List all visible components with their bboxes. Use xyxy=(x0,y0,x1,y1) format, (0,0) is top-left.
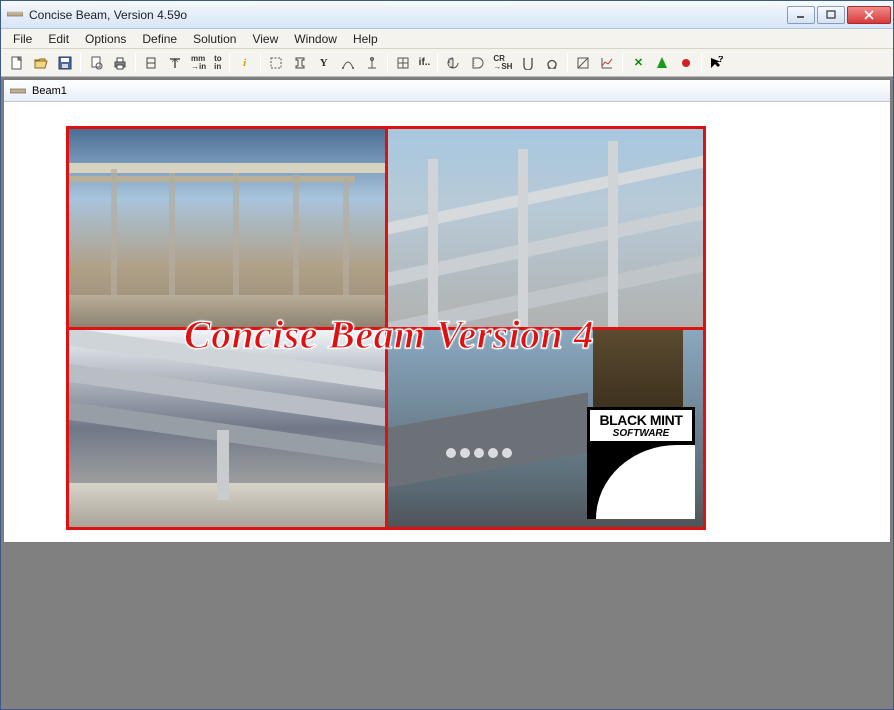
menu-view[interactable]: View xyxy=(244,30,286,48)
new-icon[interactable] xyxy=(5,52,29,74)
menu-options[interactable]: Options xyxy=(77,30,134,48)
anchor-icon[interactable] xyxy=(360,52,384,74)
diag-icon[interactable] xyxy=(571,52,595,74)
toolbar-separator xyxy=(701,53,702,73)
toolbar-separator xyxy=(437,53,438,73)
if-icon[interactable]: if.. xyxy=(415,52,435,74)
menu-window[interactable]: Window xyxy=(286,30,345,48)
dot-red-icon[interactable] xyxy=(674,52,698,74)
splash-image: BLACK MINT SOFTWARE Concise Beam Version… xyxy=(66,126,706,530)
menu-file[interactable]: File xyxy=(5,30,40,48)
y-icon[interactable]: Y xyxy=(312,52,336,74)
splash-photo-1 xyxy=(69,129,385,327)
cr-sh-icon[interactable]: CR→SH xyxy=(489,52,516,74)
toolbar-separator xyxy=(260,53,261,73)
save-icon[interactable] xyxy=(53,52,77,74)
app-icon xyxy=(7,8,23,22)
menu-edit[interactable]: Edit xyxy=(40,30,77,48)
menu-help[interactable]: Help xyxy=(345,30,386,48)
info-icon[interactable]: i xyxy=(233,52,257,74)
main-window: Concise Beam, Version 4.59o File Edit Op… xyxy=(0,0,894,710)
rotate-d-icon[interactable] xyxy=(441,52,465,74)
logo-line1: BLACK MINT xyxy=(590,410,692,428)
titlebar: Concise Beam, Version 4.59o xyxy=(1,1,893,29)
minimize-button[interactable] xyxy=(787,6,815,24)
d-section-icon[interactable] xyxy=(465,52,489,74)
menu-define[interactable]: Define xyxy=(134,30,185,48)
menubar: File Edit Options Define Solution View W… xyxy=(1,29,893,49)
vendor-logo: BLACK MINT SOFTWARE xyxy=(587,407,695,519)
toolbar-separator xyxy=(567,53,568,73)
mm-to-in-icon[interactable]: mm→in xyxy=(187,52,210,74)
subwindow-titlebar[interactable]: Beam1 xyxy=(4,80,890,102)
splash-photo-4: BLACK MINT SOFTWARE xyxy=(388,330,704,528)
grid-icon[interactable] xyxy=(391,52,415,74)
close-button[interactable] xyxy=(847,6,891,24)
toolbar-separator xyxy=(229,53,230,73)
menu-solution[interactable]: Solution xyxy=(185,30,244,48)
svg-text:?: ? xyxy=(718,56,724,64)
dashed-rect-icon[interactable] xyxy=(264,52,288,74)
print-preview-icon[interactable] xyxy=(84,52,108,74)
logo-arc-icon xyxy=(590,441,692,516)
splash-photo-3 xyxy=(69,330,385,528)
toolbar-separator xyxy=(622,53,623,73)
help-arrow-icon[interactable]: ? xyxy=(705,52,729,74)
subwindow-title: Beam1 xyxy=(32,85,67,97)
document-canvas: BLACK MINT SOFTWARE Concise Beam Version… xyxy=(4,102,890,542)
tree-green-icon[interactable] xyxy=(650,52,674,74)
mdi-client-area: Beam1 xyxy=(1,77,893,709)
print-icon[interactable] xyxy=(108,52,132,74)
document-subwindow: Beam1 xyxy=(3,79,891,543)
section-icon[interactable] xyxy=(139,52,163,74)
omega-icon[interactable] xyxy=(540,52,564,74)
window-controls xyxy=(787,6,891,24)
toolbar-separator xyxy=(80,53,81,73)
toolbar-separator xyxy=(135,53,136,73)
toolbar-separator xyxy=(387,53,388,73)
i-section-icon[interactable] xyxy=(288,52,312,74)
cross-green-icon[interactable]: ✕ xyxy=(626,52,650,74)
to-in-icon[interactable]: toin xyxy=(210,52,226,74)
chart-icon[interactable] xyxy=(595,52,619,74)
open-icon[interactable] xyxy=(29,52,53,74)
logo-line2: SOFTWARE xyxy=(590,428,692,439)
u-shape-icon[interactable] xyxy=(516,52,540,74)
document-icon xyxy=(10,86,26,96)
toolbar: mm→in toin i Y if.. CR→SH ✕ ? xyxy=(1,49,893,77)
window-title: Concise Beam, Version 4.59o xyxy=(29,8,787,22)
maximize-button[interactable] xyxy=(817,6,845,24)
arc-icon[interactable] xyxy=(336,52,360,74)
tee-icon[interactable] xyxy=(163,52,187,74)
splash-photo-2 xyxy=(388,129,704,327)
